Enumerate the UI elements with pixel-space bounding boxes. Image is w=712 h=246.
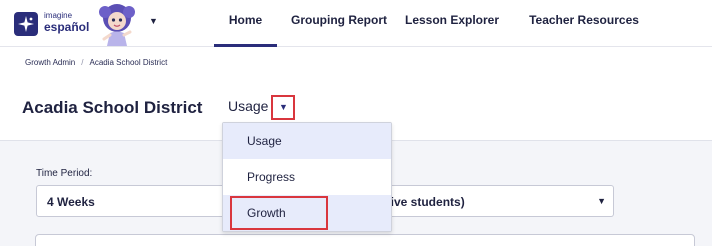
- student-filter-select[interactable]: ctive students) ▼: [380, 185, 614, 217]
- report-card: [35, 234, 695, 246]
- growth-highlight-box: [230, 196, 328, 230]
- chevron-down-icon: ▼: [597, 196, 606, 206]
- time-period-value: 4 Weeks: [47, 195, 95, 209]
- breadcrumb-growth-admin[interactable]: Growth Admin: [25, 58, 75, 67]
- option-progress[interactable]: Progress: [223, 159, 391, 195]
- nav-lesson-explorer[interactable]: Lesson Explorer: [400, 0, 504, 47]
- brand-name: español: [44, 20, 90, 34]
- nav-home[interactable]: Home: [214, 0, 277, 47]
- mascot-girl-icon: [99, 4, 135, 46]
- time-period-select[interactable]: 4 Weeks: [36, 185, 236, 217]
- view-select-value[interactable]: Usage: [228, 98, 268, 114]
- student-filter-value: ctive students): [380, 195, 465, 209]
- brand-small-text: imagine: [44, 11, 73, 20]
- time-period-label: Time Period:: [36, 168, 93, 179]
- chevron-down-icon[interactable]: ▼: [149, 16, 158, 26]
- breadcrumb: Growth Admin / Acadia School District: [25, 58, 167, 67]
- breadcrumb-district: Acadia School District: [89, 58, 168, 67]
- page-title: Acadia School District: [22, 98, 203, 117]
- chevron-down-icon: ▼: [279, 102, 288, 112]
- brand-logo[interactable]: imagine español: [44, 11, 90, 34]
- top-nav-bar: imagine español ▼ Home Grouping Report L…: [0, 0, 712, 47]
- sparkle-icon[interactable]: [14, 12, 38, 36]
- nav-grouping-report[interactable]: Grouping Report: [290, 0, 388, 47]
- option-usage[interactable]: Usage: [223, 123, 391, 159]
- nav-teacher-resources[interactable]: Teacher Resources: [528, 0, 640, 47]
- breadcrumb-separator: /: [81, 58, 84, 67]
- view-dropdown-toggle[interactable]: ▼: [271, 95, 295, 120]
